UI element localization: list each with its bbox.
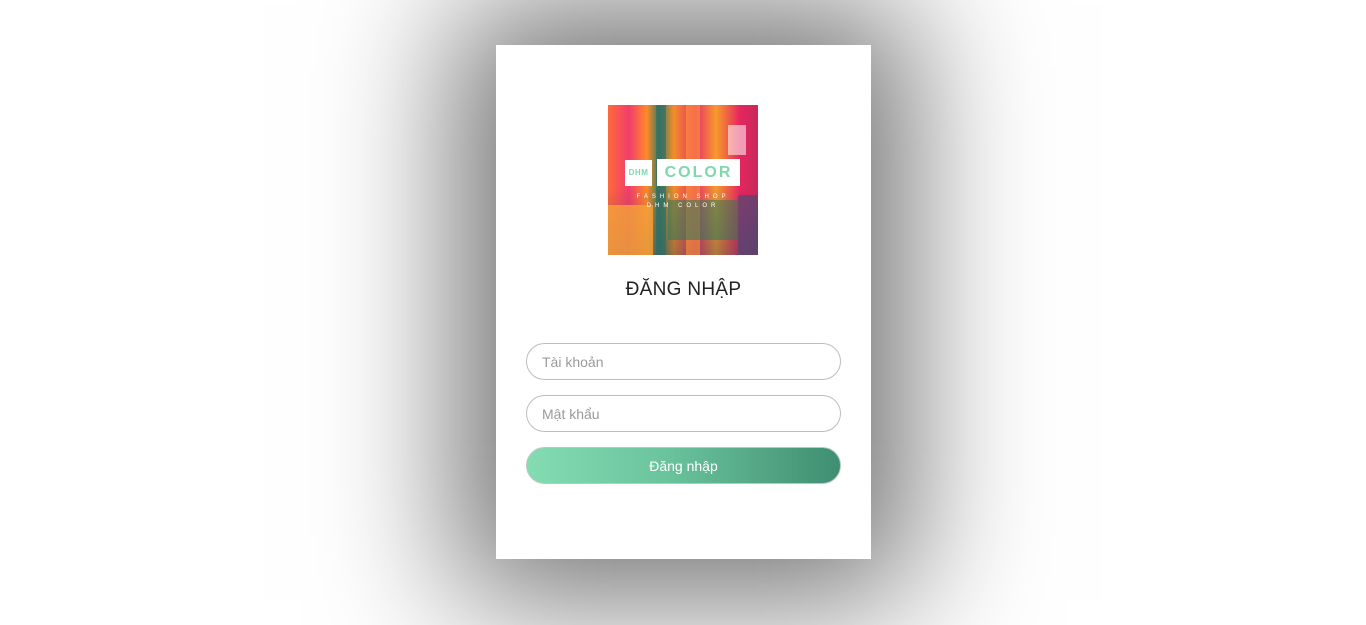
logo-tagline: FASHION SHOP DHM COLOR xyxy=(608,193,758,211)
logo-tagline-line2: DHM COLOR xyxy=(646,203,720,209)
login-title: ĐĂNG NHẬP xyxy=(625,279,742,300)
login-card: DHM COLOR FASHION SHOP DHM COLOR ĐĂNG NH… xyxy=(496,45,871,559)
page-background: DHM COLOR FASHION SHOP DHM COLOR ĐĂNG NH… xyxy=(0,0,1366,625)
logo-paint-stroke xyxy=(608,205,653,255)
brand-logo: DHM COLOR FASHION SHOP DHM COLOR xyxy=(608,105,758,255)
logo-tagline-line1: FASHION SHOP xyxy=(636,194,730,200)
password-input[interactable] xyxy=(526,395,841,432)
login-button[interactable]: Đăng nhập xyxy=(526,447,841,484)
username-input[interactable] xyxy=(526,343,841,380)
logo-paint-stroke xyxy=(728,125,746,155)
logo-badge-dhm: DHM xyxy=(625,160,652,186)
logo-badge-color: COLOR xyxy=(657,159,740,186)
